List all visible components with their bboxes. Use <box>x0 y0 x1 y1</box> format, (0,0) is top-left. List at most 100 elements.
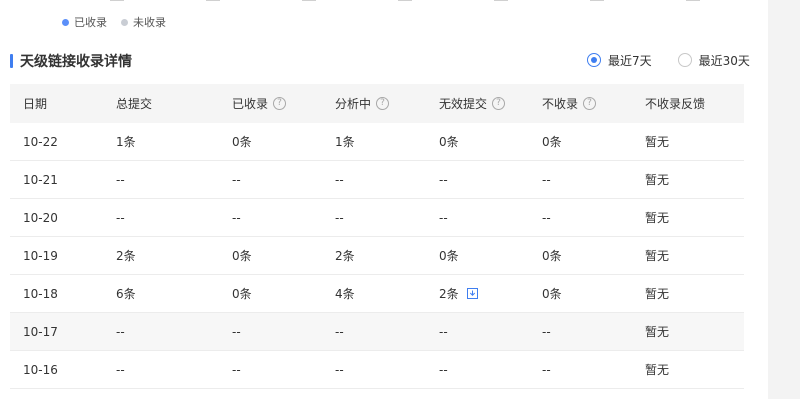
cell-value: 2条 <box>116 249 136 263</box>
header-feedback: 不收录反馈 <box>645 95 744 112</box>
cell-value: 0条 <box>439 135 459 149</box>
cell-value: 10-22 <box>23 134 58 149</box>
title-accent-bar <box>10 54 13 68</box>
cell-not-indexed: -- <box>542 173 645 187</box>
chart-axis-tick <box>494 0 508 4</box>
range-option-label: 最近7天 <box>608 53 652 68</box>
cell-feedback: 暂无 <box>645 209 744 226</box>
header-label: 不收录 <box>542 97 579 111</box>
section-title: 天级链接收录详情 <box>10 51 132 71</box>
cell-value: 暂无 <box>645 211 670 225</box>
cell-value: 暂无 <box>645 287 670 301</box>
range-option-30d[interactable]: 最近30天 <box>677 52 750 69</box>
cell-invalid: -- <box>439 325 542 339</box>
cell-value: 暂无 <box>645 249 670 263</box>
cell-value: 0条 <box>542 287 562 301</box>
cell-analyzing: -- <box>335 325 439 339</box>
legend-label: 已收录 <box>74 16 107 29</box>
cell-feedback: 暂无 <box>645 361 744 378</box>
range-option-7d[interactable]: 最近7天 <box>587 52 652 69</box>
cell-value: -- <box>335 324 344 339</box>
cell-invalid: 0条 <box>439 247 542 264</box>
cell-feedback: 暂无 <box>645 247 744 264</box>
cell-total: 1条 <box>116 133 232 150</box>
cell-total: -- <box>116 363 232 377</box>
cell-value: -- <box>335 172 344 187</box>
cell-value: 0条 <box>542 135 562 149</box>
header-label: 分析中 <box>335 97 372 111</box>
cell-value: -- <box>116 362 125 377</box>
cell-value: 6条 <box>116 287 136 301</box>
chart-legend: 已收录 未收录 <box>62 15 166 29</box>
cell-value: 1条 <box>116 135 136 149</box>
cell-value: 2条 <box>439 287 459 301</box>
legend-item-indexed[interactable]: 已收录 <box>62 14 107 30</box>
chart-axis-tick <box>398 0 412 4</box>
cell-date: 10-17 <box>23 325 116 339</box>
cell-indexed: 0条 <box>232 247 335 264</box>
cell-indexed: -- <box>232 363 335 377</box>
help-icon[interactable]: ? <box>583 97 597 110</box>
chart-axis-tick <box>302 0 316 4</box>
cell-value: 10-16 <box>23 362 58 377</box>
cell-analyzing: -- <box>335 173 439 187</box>
help-icon[interactable]: ? <box>273 97 287 110</box>
cell-indexed: -- <box>232 173 335 187</box>
cell-indexed: -- <box>232 211 335 225</box>
cell-value: 0条 <box>542 249 562 263</box>
cell-feedback: 暂无 <box>645 323 744 340</box>
cell-total: -- <box>116 211 232 225</box>
header-invalid: 无效提交? <box>439 95 542 112</box>
cell-date: 10-18 <box>23 287 116 301</box>
legend-item-not-indexed[interactable]: 未收录 <box>121 14 166 30</box>
cell-date: 10-19 <box>23 249 116 263</box>
cell-invalid: -- <box>439 211 542 225</box>
cell-not-indexed: 0条 <box>542 247 645 264</box>
cell-value: -- <box>542 324 551 339</box>
cell-value: 暂无 <box>645 173 670 187</box>
page-scroll-gutter <box>768 0 800 399</box>
radio-unchecked-icon[interactable] <box>677 53 692 67</box>
cell-value: -- <box>232 172 241 187</box>
cell-value: -- <box>439 172 448 187</box>
cell-not-indexed: -- <box>542 363 645 377</box>
radio-checked-icon[interactable] <box>587 53 601 67</box>
cell-value: -- <box>116 172 125 187</box>
cell-value: -- <box>335 362 344 377</box>
cell-value: -- <box>439 210 448 225</box>
table-row: 10-21 -- -- -- -- -- 暂无 <box>10 161 744 199</box>
cell-date: 10-21 <box>23 173 116 187</box>
table-row: 10-20 -- -- -- -- -- 暂无 <box>10 199 744 237</box>
cell-analyzing: -- <box>335 211 439 225</box>
cell-value: 0条 <box>232 135 252 149</box>
cell-value: 10-21 <box>23 172 58 187</box>
legend-dot-icon <box>62 18 69 26</box>
cell-indexed: -- <box>232 325 335 339</box>
header-label: 无效提交 <box>439 97 488 111</box>
cell-value: 4条 <box>335 287 355 301</box>
range-option-label: 最近30天 <box>698 53 750 68</box>
cell-value: 2条 <box>335 249 355 263</box>
cell-value: 10-19 <box>23 248 58 263</box>
cell-invalid: 0条 <box>439 133 542 150</box>
cell-value: 10-17 <box>23 324 58 339</box>
cell-value: 暂无 <box>645 363 670 377</box>
cell-not-indexed: -- <box>542 325 645 339</box>
legend-label: 未收录 <box>133 16 166 29</box>
cell-invalid: -- <box>439 173 542 187</box>
chart-axis-tick <box>110 0 124 4</box>
header-analyzing: 分析中? <box>335 95 439 112</box>
cell-date: 10-20 <box>23 211 116 225</box>
help-icon[interactable]: ? <box>492 97 506 110</box>
cell-value: 10-18 <box>23 286 58 301</box>
cell-total: -- <box>116 325 232 339</box>
cell-date: 10-22 <box>23 135 116 149</box>
download-icon[interactable] <box>466 288 478 299</box>
table-row: 10-17 -- -- -- -- -- 暂无 <box>10 313 744 351</box>
chart-axis-tick <box>590 0 604 4</box>
help-icon[interactable]: ? <box>376 97 390 110</box>
header-indexed: 已收录? <box>232 95 335 112</box>
cell-invalid: -- <box>439 363 542 377</box>
table-header-row: 日期 总提交 已收录? 分析中? 无效提交? 不收录? 不收录反馈 <box>10 84 744 123</box>
cell-value: -- <box>439 362 448 377</box>
